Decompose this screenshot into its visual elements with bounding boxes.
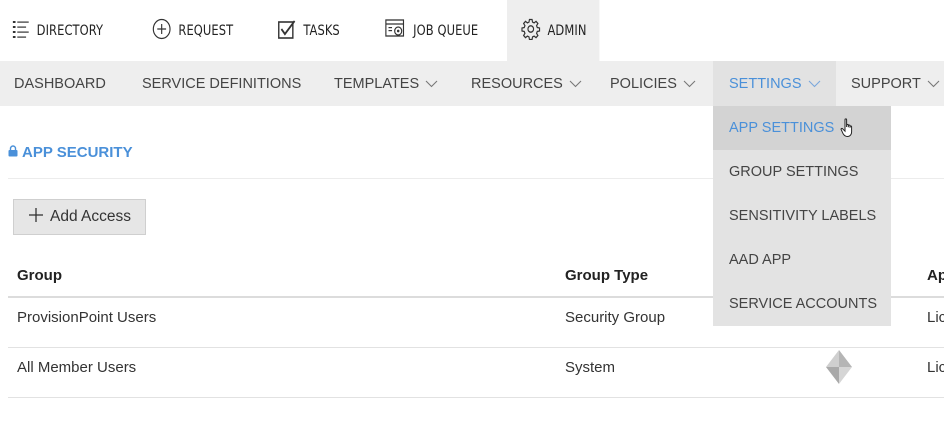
plus-circle-icon — [152, 18, 171, 44]
nav-request[interactable]: REQUEST — [152, 0, 233, 61]
lock-icon — [8, 144, 18, 161]
nav-job-queue[interactable]: JOB QUEUE — [385, 0, 478, 61]
nav-tasks[interactable]: TASKS — [277, 0, 340, 61]
settings-dropdown-menu: APP SETTINGS GROUP SETTINGS SENSITIVITY … — [713, 106, 891, 326]
list-icon — [12, 19, 30, 43]
menu-item-group-settings[interactable]: GROUP SETTINGS — [713, 150, 891, 194]
subnav-service-definitions[interactable]: SERVICE DEFINITIONS — [142, 61, 301, 106]
checkbox-icon — [277, 18, 296, 44]
subnav-dashboard[interactable]: DASHBOARD — [14, 61, 106, 106]
nav-directory[interactable]: DIRECTORY — [12, 0, 103, 61]
gear-icon — [521, 18, 541, 44]
job-queue-icon — [385, 18, 406, 44]
chevron-down-icon — [927, 76, 940, 92]
menu-item-app-settings[interactable]: APP SETTINGS — [713, 106, 891, 150]
subnav-support[interactable]: SUPPORT — [851, 61, 940, 106]
cell-group-type: Security Group — [565, 309, 666, 326]
column-header-group-type[interactable]: Group Type — [565, 267, 648, 284]
top-nav: DIRECTORY REQUEST TASKS JOB QUEUE ADMIN — [0, 0, 944, 61]
chevron-down-icon — [425, 76, 438, 92]
plus-icon — [28, 207, 44, 228]
row-divider — [8, 397, 944, 398]
menu-item-sensitivity-labels[interactable]: SENSITIVITY LABELS — [713, 194, 891, 238]
add-access-button[interactable]: Add Access — [13, 199, 146, 235]
chevron-down-icon — [569, 76, 582, 92]
subnav-policies[interactable]: POLICIES — [610, 61, 696, 106]
loading-spinner-icon — [822, 350, 856, 397]
menu-item-service-accounts[interactable]: SERVICE ACCOUNTS — [713, 282, 891, 326]
cell-app: Lic — [927, 309, 944, 326]
chevron-down-icon — [808, 76, 821, 92]
menu-item-aad-app[interactable]: AAD APP — [713, 238, 891, 282]
subnav-templates[interactable]: TEMPLATES — [334, 61, 438, 106]
subnav-settings[interactable]: SETTINGS — [713, 61, 836, 106]
cell-app: Lic — [927, 359, 944, 376]
column-header-app[interactable]: Ap — [927, 267, 944, 284]
cell-group: ProvisionPoint Users — [17, 309, 157, 326]
sub-nav: DASHBOARD SERVICE DEFINITIONS TEMPLATES … — [0, 61, 944, 106]
nav-admin[interactable]: ADMIN — [507, 0, 600, 61]
subnav-resources[interactable]: RESOURCES — [471, 61, 582, 106]
cell-group-type: System — [565, 359, 616, 376]
row-divider — [8, 347, 944, 348]
chevron-down-icon — [683, 76, 696, 92]
page-title: APP SECURITY — [8, 144, 133, 161]
column-header-group[interactable]: Group — [17, 267, 62, 284]
cell-group: All Member Users — [17, 359, 137, 376]
hand-cursor-icon — [840, 118, 856, 142]
